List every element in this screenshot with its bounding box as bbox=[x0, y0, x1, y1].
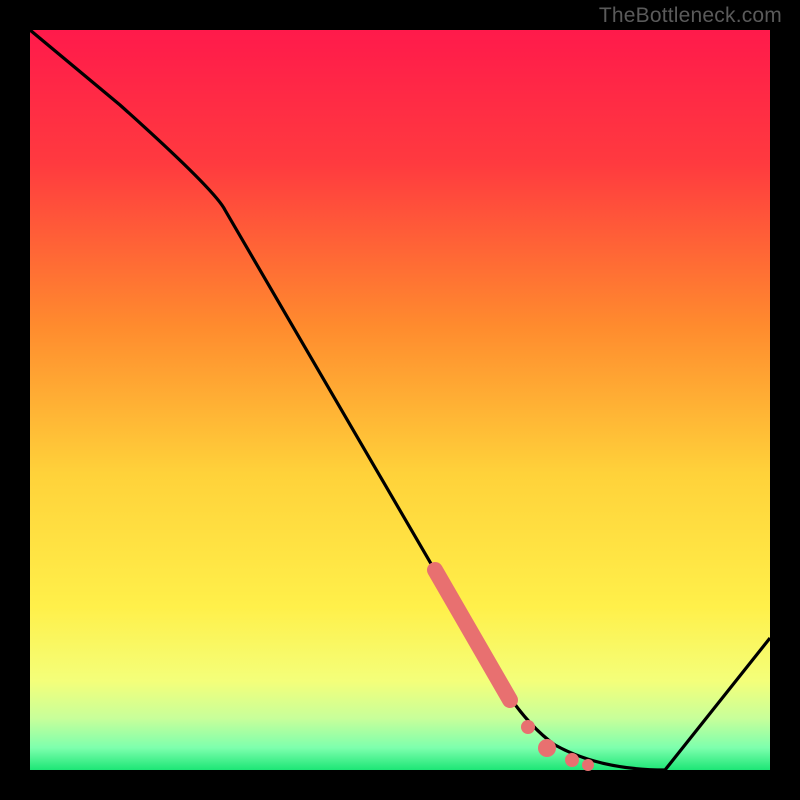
highlight-dot-4 bbox=[582, 759, 594, 771]
chart-container: TheBottleneck.com bbox=[0, 0, 800, 800]
plot-area bbox=[30, 30, 770, 770]
bottleneck-chart bbox=[0, 0, 800, 800]
highlight-dot-2 bbox=[538, 739, 556, 757]
watermark-label: TheBottleneck.com bbox=[599, 4, 782, 28]
highlight-dot-3 bbox=[565, 753, 579, 767]
highlight-dot-1 bbox=[521, 720, 535, 734]
